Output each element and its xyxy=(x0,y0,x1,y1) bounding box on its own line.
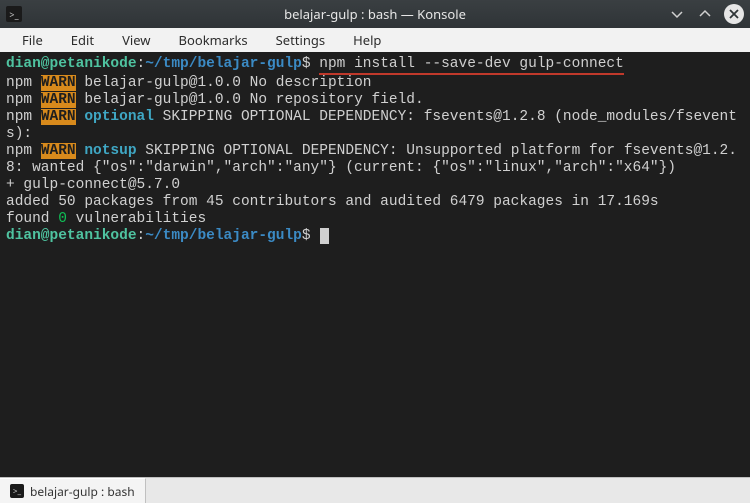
maximize-button[interactable] xyxy=(696,5,714,23)
window-title: belajar-gulp : bash — Konsole xyxy=(0,5,750,23)
output-text: belajar-gulp@1.0.0 No repository field. xyxy=(76,92,424,108)
terminal-icon: >_ xyxy=(10,484,24,498)
npm-prefix: npm xyxy=(6,92,41,108)
warn-badge: WARN xyxy=(41,143,76,159)
minimize-button[interactable] xyxy=(668,5,686,23)
output-text: vulnerabilities xyxy=(67,211,206,227)
prompt-colon: : xyxy=(137,56,146,72)
warn-badge: WARN xyxy=(41,109,76,125)
prompt-colon: : xyxy=(137,228,146,244)
tab-label: belajar-gulp : bash xyxy=(30,483,135,500)
terminal-app-icon: >_ xyxy=(6,6,22,22)
menu-bookmarks[interactable]: Bookmarks xyxy=(165,28,262,52)
command-text: npm install --save-dev gulp-connect xyxy=(319,56,624,75)
close-button[interactable] xyxy=(724,4,744,24)
prompt-path: ~/tmp/belajar-gulp xyxy=(145,56,302,72)
cursor xyxy=(320,228,329,244)
npm-prefix: npm xyxy=(6,109,41,125)
plus-sign: + xyxy=(6,177,23,193)
prompt-user: dian@petanikode xyxy=(6,56,137,72)
vuln-count: 0 xyxy=(58,211,67,227)
menu-settings[interactable]: Settings xyxy=(262,28,339,52)
output-text: belajar-gulp@1.0.0 No description xyxy=(76,75,372,91)
menu-edit[interactable]: Edit xyxy=(57,28,108,52)
tab-session-1[interactable]: >_ belajar-gulp : bash xyxy=(0,478,146,503)
menu-view[interactable]: View xyxy=(108,28,164,52)
menu-help[interactable]: Help xyxy=(339,28,395,52)
tabbar: >_ belajar-gulp : bash xyxy=(0,477,750,503)
warn-badge: WARN xyxy=(41,75,76,91)
output-text: added 50 packages from 45 contributors a… xyxy=(6,194,744,211)
warn-badge: WARN xyxy=(41,92,76,108)
terminal-viewport[interactable]: dian@petanikode:~/tmp/belajar-gulp$ npm … xyxy=(0,52,750,477)
warn-category: optional xyxy=(84,109,154,125)
menubar: File Edit View Bookmarks Settings Help xyxy=(0,28,750,52)
menu-file[interactable]: File xyxy=(8,28,57,52)
npm-prefix: npm xyxy=(6,75,41,91)
prompt-path: ~/tmp/belajar-gulp xyxy=(145,228,302,244)
warn-category: notsup xyxy=(84,143,136,159)
prompt-user: dian@petanikode xyxy=(6,228,137,244)
output-text: found xyxy=(6,211,58,227)
prompt-dollar: $ xyxy=(302,228,311,244)
npm-prefix: npm xyxy=(6,143,41,159)
installed-package: gulp-connect@5.7.0 xyxy=(23,177,180,193)
titlebar: >_ belajar-gulp : bash — Konsole xyxy=(0,0,750,28)
prompt-dollar: $ xyxy=(302,56,311,72)
